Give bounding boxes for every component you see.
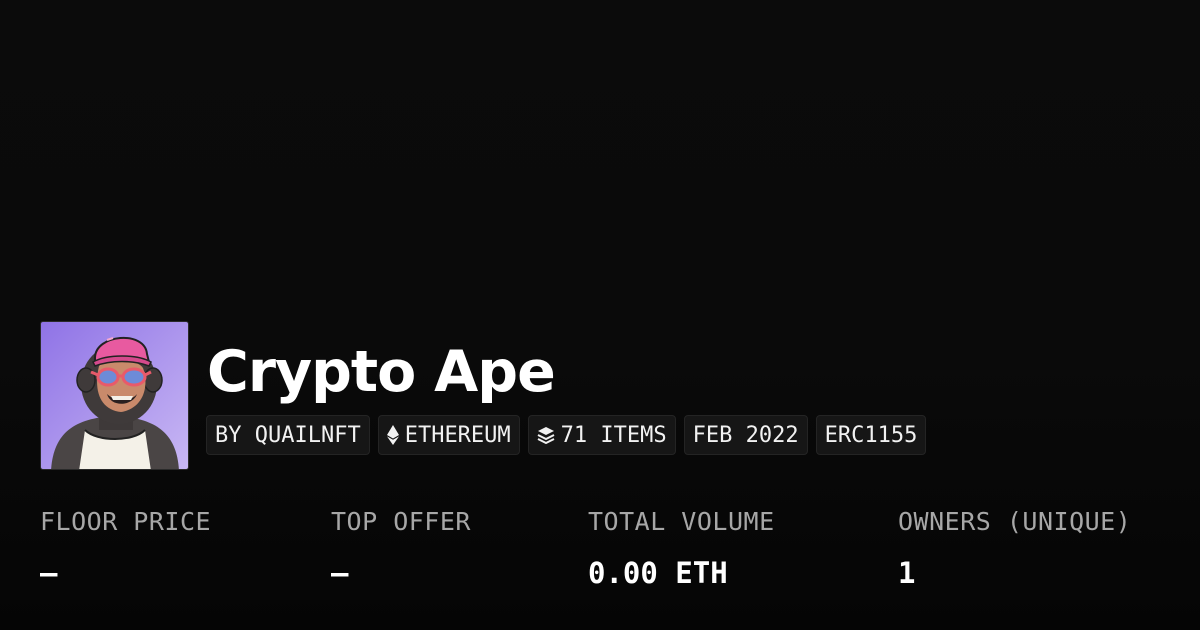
stat-label: FLOOR PRICE	[40, 507, 212, 536]
stat-value: 0.00 ETH	[588, 556, 728, 590]
token-standard-chip: ERC1155	[815, 415, 927, 455]
stat-label: OWNERS (UNIQUE)	[898, 507, 1132, 536]
stat-owners: OWNERS (UNIQUE) 1	[898, 504, 1131, 593]
stat-label: TOTAL VOLUME	[588, 507, 775, 536]
stat-total-volume: TOTAL VOLUME 0.00 ETH	[588, 504, 775, 593]
created-date-chip: FEB 2022	[683, 415, 808, 455]
collection-stats: FLOOR PRICE — TOP OFFER — TOTAL VOLUME 0…	[0, 504, 1200, 604]
creator-chip[interactable]: BY QUAILNFT	[206, 415, 370, 455]
layers-icon	[537, 426, 555, 444]
token-standard-chip-label: ERC1155	[824, 422, 918, 448]
stat-top-offer: TOP OFFER —	[331, 504, 471, 593]
stat-value: —	[331, 556, 349, 590]
collection-avatar	[40, 321, 189, 470]
stat-label: TOP OFFER	[331, 507, 471, 536]
items-chip[interactable]: 71 ITEMS	[527, 415, 676, 455]
chain-chip[interactable]: ETHEREUM	[377, 415, 520, 455]
ape-avatar-icon	[41, 322, 188, 469]
collection-meta-chips: BY QUAILNFT ETHEREUM 71 ITEMS FEB 2022 E…	[206, 415, 927, 455]
creator-chip-label: BY QUAILNFT	[215, 422, 361, 448]
stat-value: —	[40, 556, 58, 590]
chain-chip-label: ETHEREUM	[404, 422, 511, 448]
created-date-chip-label: FEB 2022	[692, 422, 799, 448]
items-chip-label: 71 ITEMS	[560, 422, 667, 448]
collection-title: Crypto Ape	[207, 339, 556, 405]
stat-floor-price: FLOOR PRICE —	[40, 504, 211, 593]
stat-value: 1	[898, 556, 916, 590]
ethereum-icon	[386, 425, 399, 445]
